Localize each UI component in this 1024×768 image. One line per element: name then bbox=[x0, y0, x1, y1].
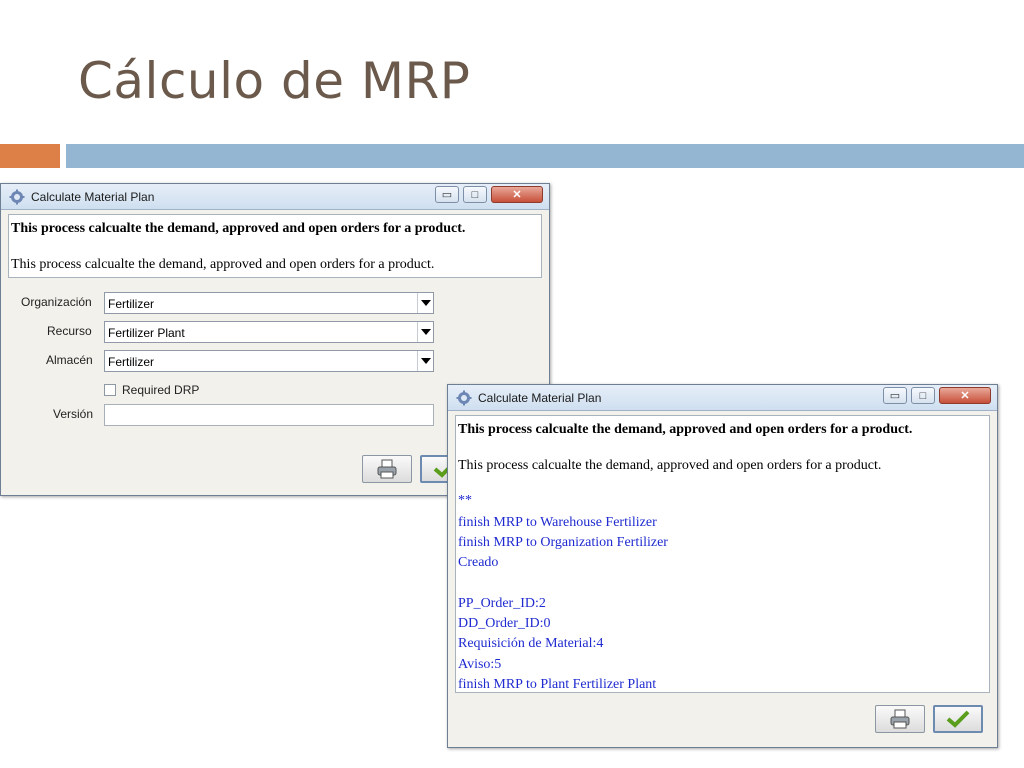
recurso-select[interactable]: Fertilizer Plant bbox=[104, 321, 434, 343]
accent-bar-blue bbox=[66, 144, 1024, 168]
minimize-button[interactable]: ▭ bbox=[435, 186, 459, 203]
version-input[interactable] bbox=[104, 404, 434, 426]
maximize-button[interactable]: □ bbox=[463, 186, 487, 203]
accent-bar-orange bbox=[0, 144, 60, 168]
log-line: ** bbox=[458, 493, 472, 508]
chevron-down-icon[interactable] bbox=[417, 322, 433, 342]
almacen-value: Fertilizer bbox=[108, 355, 155, 369]
minimize-icon: ▭ bbox=[441, 189, 453, 201]
chevron-down-icon[interactable] bbox=[417, 293, 433, 313]
close-button[interactable]: ✕ bbox=[491, 186, 543, 203]
recurso-label: Recurso bbox=[47, 324, 92, 338]
log-line: finish MRP to Organization Fertilizer bbox=[458, 535, 668, 550]
process-description-panel: This process calcualte the demand, appro… bbox=[8, 214, 542, 278]
log-line: Requisición de Material:4 bbox=[458, 636, 604, 651]
window-titlebar[interactable]: Calculate Material Plan ▭ □ ✕ bbox=[1, 184, 549, 210]
checkmark-icon bbox=[946, 710, 970, 728]
gear-icon bbox=[9, 189, 25, 205]
version-label: Versión bbox=[53, 407, 94, 421]
window-title: Calculate Material Plan bbox=[31, 190, 155, 204]
print-icon bbox=[377, 459, 397, 479]
print-button[interactable] bbox=[875, 705, 925, 733]
close-button[interactable]: ✕ bbox=[939, 387, 991, 404]
maximize-button[interactable]: □ bbox=[911, 387, 935, 404]
log-line: Aviso:5 bbox=[458, 657, 502, 672]
result-window: Calculate Material Plan ▭ □ ✕ This proce… bbox=[447, 384, 998, 748]
window-title: Calculate Material Plan bbox=[478, 391, 602, 405]
maximize-icon: □ bbox=[919, 389, 927, 402]
chevron-down-icon[interactable] bbox=[417, 351, 433, 371]
log-line: finish MRP to Warehouse Fertilizer bbox=[458, 515, 657, 530]
print-icon bbox=[890, 709, 910, 729]
ok-button[interactable] bbox=[933, 705, 983, 733]
almacen-label: Almacén bbox=[46, 353, 93, 367]
minimize-button[interactable]: ▭ bbox=[883, 387, 907, 404]
log-line: Creado bbox=[458, 555, 499, 570]
organizacion-value: Fertilizer bbox=[108, 297, 155, 311]
log-line: finish MRP to Plant Fertilizer Plant bbox=[458, 677, 657, 692]
close-icon: ✕ bbox=[960, 390, 970, 402]
required-drp-checkbox[interactable]: Required DRP bbox=[104, 383, 199, 397]
log-line: PP_Order_ID:2 bbox=[458, 596, 546, 611]
checkbox-box[interactable] bbox=[104, 384, 116, 396]
process-description-bold: This process calcualte the demand, appro… bbox=[458, 422, 913, 437]
maximize-icon: □ bbox=[471, 188, 479, 201]
required-drp-label: Required DRP bbox=[122, 383, 200, 397]
minimize-icon: ▭ bbox=[889, 390, 901, 402]
process-description: This process calcualte the demand, appro… bbox=[11, 257, 435, 272]
organizacion-label: Organización bbox=[21, 295, 92, 309]
process-log-panel: This process calcualte the demand, appro… bbox=[455, 415, 990, 693]
process-description-bold: This process calcualte the demand, appro… bbox=[11, 221, 466, 236]
print-button[interactable] bbox=[362, 455, 412, 483]
log-line: DD_Order_ID:0 bbox=[458, 616, 551, 631]
organizacion-select[interactable]: Fertilizer bbox=[104, 292, 434, 314]
slide-title: Cálculo de MRP bbox=[78, 52, 471, 110]
gear-icon bbox=[456, 390, 472, 406]
window-titlebar[interactable]: Calculate Material Plan ▭ □ ✕ bbox=[448, 385, 997, 411]
almacen-select[interactable]: Fertilizer bbox=[104, 350, 434, 372]
recurso-value: Fertilizer Plant bbox=[108, 326, 185, 340]
process-description: This process calcualte the demand, appro… bbox=[458, 458, 882, 473]
close-icon: ✕ bbox=[512, 189, 522, 201]
